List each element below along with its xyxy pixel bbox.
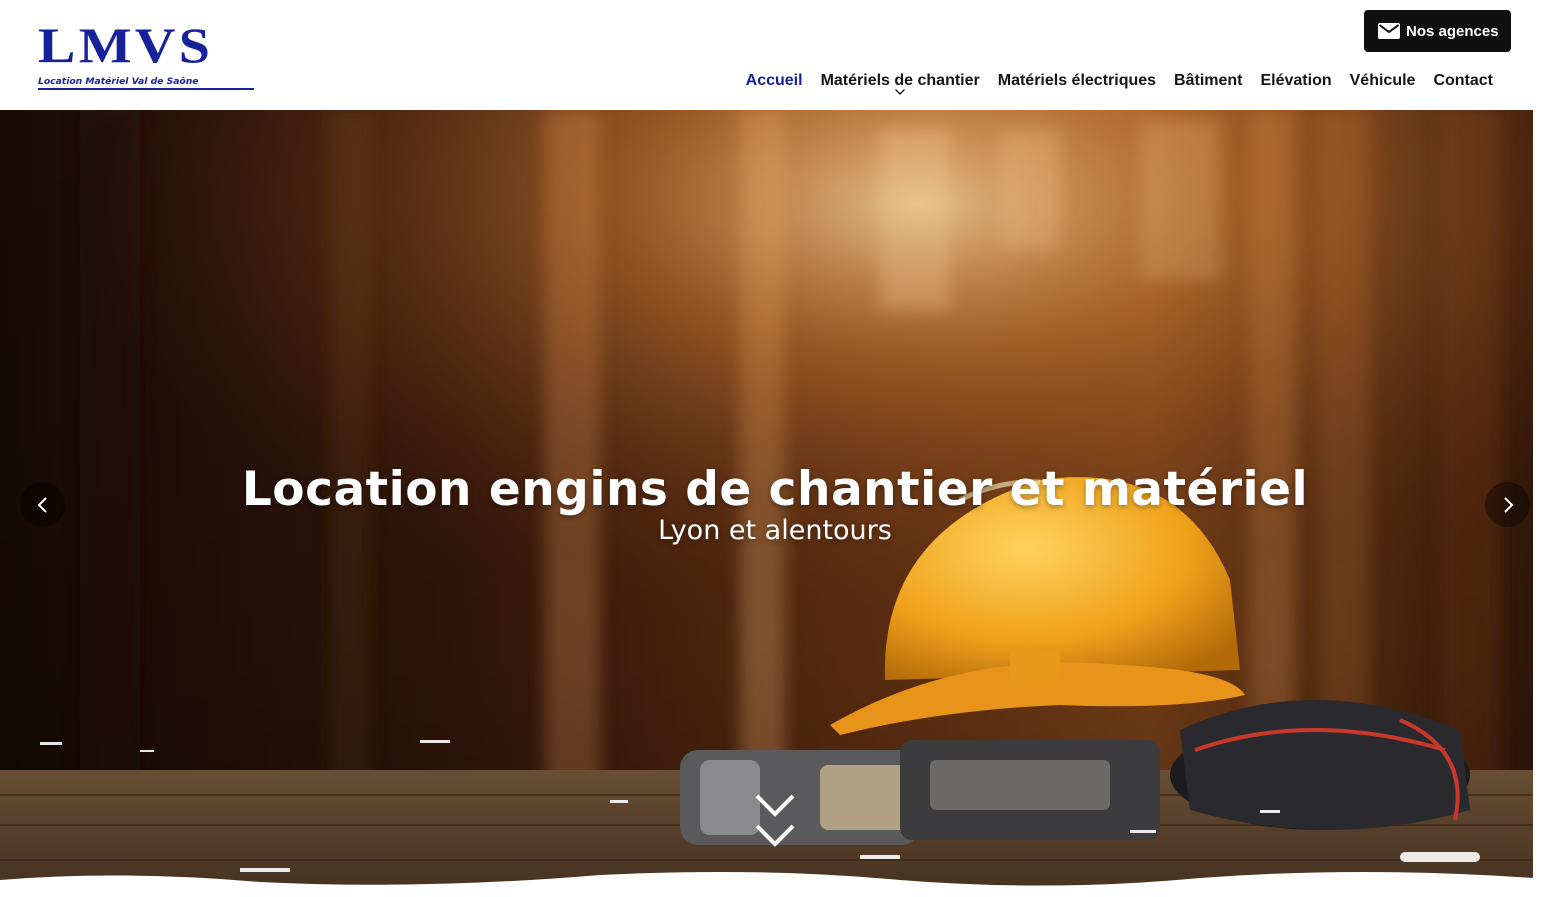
slider-next-button[interactable] — [1485, 482, 1530, 527]
logo-tagline: Location Matériel Val de Saône — [38, 76, 258, 90]
chevron-down-icon — [895, 89, 906, 95]
nos-agences-label: Nos agences — [1406, 22, 1499, 40]
hero-title: Location engins de chantier et matériel — [241, 462, 1309, 517]
logo-wordmark: LMVS — [38, 17, 214, 73]
nav-item-elevation[interactable]: Elévation — [1260, 68, 1331, 94]
nav-item-label: Matériels de chantier — [820, 72, 980, 89]
nav-item-vehicule[interactable]: Véhicule — [1350, 68, 1416, 94]
hero-subtitle: Lyon et alentours — [658, 515, 892, 546]
nav-item-accueil[interactable]: Accueil — [746, 68, 803, 94]
chevron-right-icon — [1503, 496, 1513, 513]
nav-item-materiels-electriques[interactable]: Matériels électriques — [998, 68, 1156, 94]
nav-item-contact[interactable]: Contact — [1433, 68, 1493, 94]
double-chevron-down-icon — [755, 794, 795, 847]
scroll-down-button[interactable] — [749, 790, 801, 852]
page: LMVS Location Matériel Val de Saône Nos … — [0, 0, 1550, 897]
main-nav: Accueil Matériels de chantier Matériels … — [746, 68, 1493, 95]
hero-slider: Location engins de chantier et matériel … — [0, 110, 1533, 897]
nos-agences-button[interactable]: Nos agences — [1364, 10, 1511, 52]
scrollbar-gutter — [1533, 110, 1550, 897]
site-logo[interactable]: LMVS Location Matériel Val de Saône — [38, 20, 258, 92]
site-header: LMVS Location Matériel Val de Saône Nos … — [0, 0, 1550, 110]
nav-item-batiment[interactable]: Bâtiment — [1174, 68, 1242, 94]
chevron-left-icon — [37, 496, 47, 513]
envelope-icon — [1378, 23, 1400, 39]
slider-prev-button[interactable] — [20, 482, 65, 527]
nav-item-materiels-de-chantier[interactable]: Matériels de chantier — [820, 68, 980, 95]
